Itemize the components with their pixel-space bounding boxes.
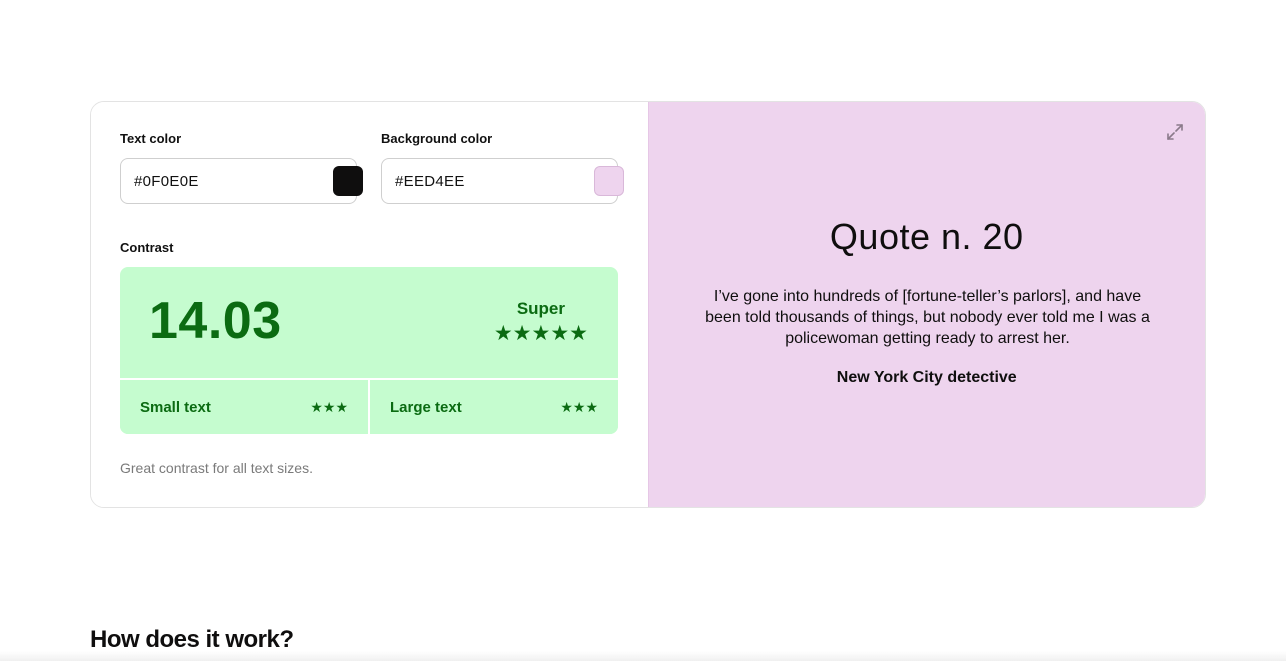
expand-icon[interactable] xyxy=(1165,122,1185,142)
large-text-label: Large text xyxy=(390,398,462,416)
small-text-stars-icon: ★★★ xyxy=(310,398,348,415)
rating-stars-icon: ★★★★★ xyxy=(493,322,588,345)
contrast-note: Great contrast for all text sizes. xyxy=(120,460,313,476)
contrast-score-area: 14.03 Super ★★★★★ xyxy=(120,267,618,377)
background-color-field xyxy=(381,158,624,204)
contrast-result: 14.03 Super ★★★★★ Small text ★★★ Large t… xyxy=(120,267,618,434)
preview-panel: Quote n. 20 I’ve gone into hundreds of [… xyxy=(647,102,1205,507)
background-color-swatch[interactable] xyxy=(594,166,624,196)
text-color-swatch[interactable] xyxy=(333,166,363,196)
text-color-field xyxy=(120,158,363,204)
background-color-input[interactable] xyxy=(395,172,594,190)
large-text-rating: Large text ★★★ xyxy=(368,380,618,434)
small-text-label: Small text xyxy=(140,398,211,416)
contrast-checker-card: Text color Background color Contrast 14.… xyxy=(90,101,1206,508)
text-size-ratings: Small text ★★★ Large text ★★★ xyxy=(120,378,618,434)
text-color-input[interactable] xyxy=(134,172,333,190)
controls-panel: Text color Background color Contrast 14.… xyxy=(91,102,648,507)
quote-author: New York City detective xyxy=(836,369,1017,386)
large-text-stars-icon: ★★★ xyxy=(560,398,598,415)
contrast-rating: Super ★★★★★ xyxy=(494,299,588,344)
background-color-label: Background color xyxy=(381,131,493,146)
quote-title: Quote n. 20 xyxy=(829,216,1024,257)
contrast-score: 14.03 xyxy=(149,292,282,350)
text-color-label: Text color xyxy=(120,131,182,146)
bottom-shade xyxy=(0,651,1286,661)
section-heading: How does it work? xyxy=(90,626,294,653)
contrast-label: Contrast xyxy=(120,240,174,255)
quote-text: I’ve gone into hundreds of [fortune-tell… xyxy=(705,288,1150,347)
small-text-rating: Small text ★★★ xyxy=(120,380,368,434)
rating-label: Super xyxy=(516,299,566,318)
